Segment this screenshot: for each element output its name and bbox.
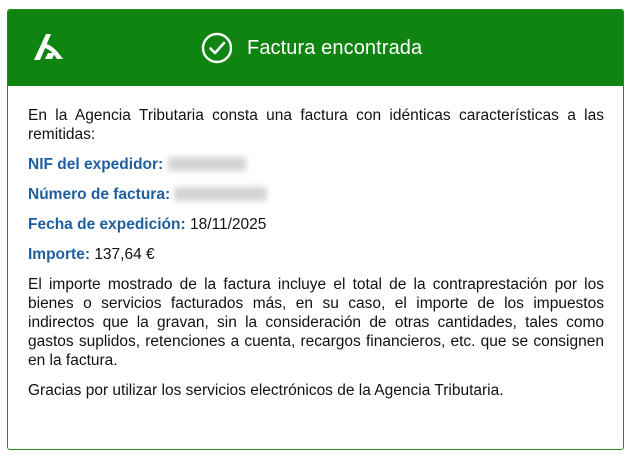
nif-label: NIF del expedidor: xyxy=(28,156,164,173)
amount-description: El importe mostrado de la factura incluy… xyxy=(28,276,604,369)
invoice-number-value-redacted xyxy=(174,187,268,201)
result-header: Factura encontrada xyxy=(8,10,623,86)
amount-row: Importe: 137,64 € xyxy=(28,245,604,264)
invoice-number-row: Número de factura: xyxy=(28,185,604,204)
intro-text: En la Agencia Tributaria consta una fact… xyxy=(28,107,604,143)
thanks-text: Gracias por utilizar los servicios elect… xyxy=(28,382,504,399)
invoice-number-label: Número de factura: xyxy=(28,186,171,203)
result-content: En la Agencia Tributaria consta una fact… xyxy=(28,106,604,400)
issue-date-value: 18/11/2025 xyxy=(189,216,267,233)
nif-value-redacted xyxy=(167,157,246,171)
issue-date-row: Fecha de expedición: 18/11/2025 xyxy=(28,215,604,234)
status-heading: Factura encontrada xyxy=(201,32,422,64)
agencia-tributaria-logo-icon xyxy=(34,34,63,60)
invoice-result-card: Factura encontrada En la Agencia Tributa… xyxy=(7,9,624,450)
amount-label: Importe: xyxy=(28,246,90,263)
amount-value: 137,64 € xyxy=(94,246,155,263)
check-circle-icon xyxy=(201,32,233,64)
page-title: Factura encontrada xyxy=(247,36,423,59)
issue-date-label: Fecha de expedición: xyxy=(28,216,186,233)
nif-row: NIF del expedidor: xyxy=(28,155,604,174)
